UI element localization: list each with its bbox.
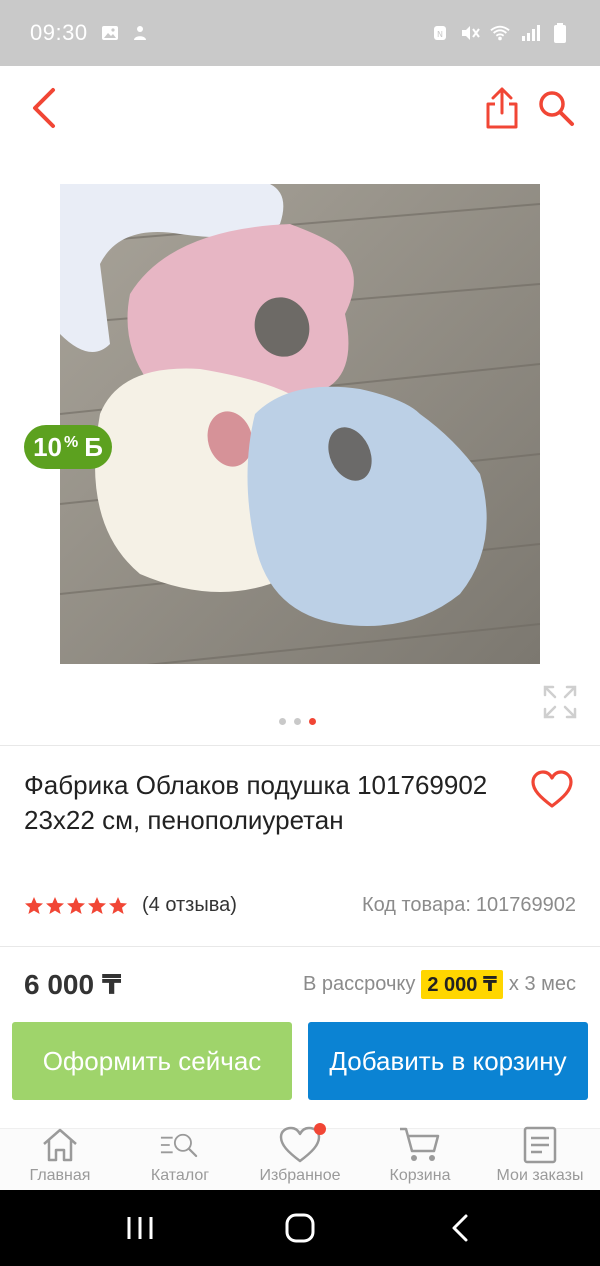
home-icon [38, 1125, 82, 1165]
bonus-symbol: Б [84, 431, 103, 462]
installment-prefix: В рассрочку [303, 973, 416, 995]
fullscreen-icon[interactable] [542, 684, 578, 720]
checkout-now-button[interactable]: Оформить сейчас [12, 1022, 292, 1100]
gallery-dot[interactable] [278, 718, 286, 725]
star-icon [88, 896, 106, 914]
gallery-dot-active[interactable] [308, 718, 316, 725]
app-notification-icon [130, 23, 150, 43]
system-nav-bar [0, 1190, 600, 1266]
nav-item-favorites[interactable]: Избранное [240, 1123, 360, 1190]
orders-icon [518, 1125, 562, 1165]
installment-suffix: x 3 мес [508, 973, 576, 995]
gallery-dots [0, 718, 600, 725]
nav-item-catalog[interactable]: Каталог [120, 1129, 240, 1190]
star-icon [67, 896, 85, 914]
nav-item-home[interactable]: Главная [0, 1128, 120, 1190]
product-title-block: Фабрика Облаков подушка 101769902 23x22 … [24, 768, 504, 838]
product-image[interactable] [60, 184, 540, 664]
rating-stars [24, 896, 128, 916]
search-button[interactable] [532, 84, 580, 132]
nav-label-orders: Мои заказы [496, 1167, 584, 1184]
add-to-cart-button[interactable]: Добавить в корзину [308, 1022, 588, 1100]
product-gallery[interactable]: 10% Б [0, 150, 600, 745]
signal-icon [520, 23, 540, 43]
price: 6 000 ₸ [24, 969, 122, 1000]
installment-price: 2 000 ₸ [421, 970, 503, 999]
mute-icon [460, 23, 480, 43]
nav-label-home: Главная [29, 1167, 91, 1184]
bonus-percent: % [64, 434, 79, 451]
favorite-heart-icon[interactable] [530, 770, 574, 810]
svg-text:N: N [437, 30, 443, 39]
bonus-badge: 10% Б [24, 425, 112, 469]
sku: Код товара: 101769902 [362, 894, 576, 917]
wifi-icon [490, 23, 510, 43]
bonus-value: 10 [33, 431, 62, 462]
status-time: 09:30 [30, 20, 88, 45]
cart-icon [398, 1125, 442, 1165]
rating-row: (4 отзыва) Код товара: 101769902 [24, 894, 576, 917]
home-system-button[interactable] [270, 1208, 330, 1248]
installment-info[interactable]: В рассрочку 2 000 ₸ x 3 мес [303, 970, 576, 999]
share-button[interactable] [478, 84, 526, 132]
recent-apps-button[interactable] [110, 1208, 170, 1248]
reviews-link[interactable]: (4 отзыва) [142, 894, 237, 917]
product-title: Фабрика Облаков подушка 101769902 23x22 … [24, 770, 488, 835]
nav-item-cart[interactable]: Корзина [360, 1127, 480, 1190]
star-icon [109, 896, 127, 914]
catalog-search-icon [158, 1125, 202, 1165]
action-buttons: Оформить сейчас Добавить в корзину [12, 1022, 588, 1100]
divider [0, 745, 600, 746]
back-button[interactable] [20, 84, 68, 132]
star-icon [25, 896, 43, 914]
nav-label-cart: Корзина [389, 1167, 451, 1184]
nav-label-catalog: Каталог [150, 1167, 210, 1184]
star-icon [46, 896, 64, 914]
nav-label-favorites: Избранное [259, 1167, 341, 1184]
nav-item-orders[interactable]: Мои заказы [480, 1126, 600, 1190]
gallery-notification-icon [100, 23, 120, 43]
nfc-icon: N [430, 23, 450, 43]
divider [0, 946, 600, 947]
sku-value: 101769902 [475, 894, 576, 916]
system-back-button[interactable] [430, 1208, 490, 1248]
bottom-nav: Главная Каталог Избранное Корзина Мои за… [0, 1123, 600, 1190]
top-nav [0, 66, 600, 150]
gallery-dot[interactable] [293, 718, 301, 725]
battery-icon [550, 23, 570, 43]
price-row: 6 000 ₸ В рассрочку 2 000 ₸ x 3 мес [24, 968, 576, 1001]
sku-label: Код товара: [361, 894, 471, 916]
status-bar: 09:30 N [0, 0, 600, 66]
notification-dot [314, 1123, 326, 1135]
